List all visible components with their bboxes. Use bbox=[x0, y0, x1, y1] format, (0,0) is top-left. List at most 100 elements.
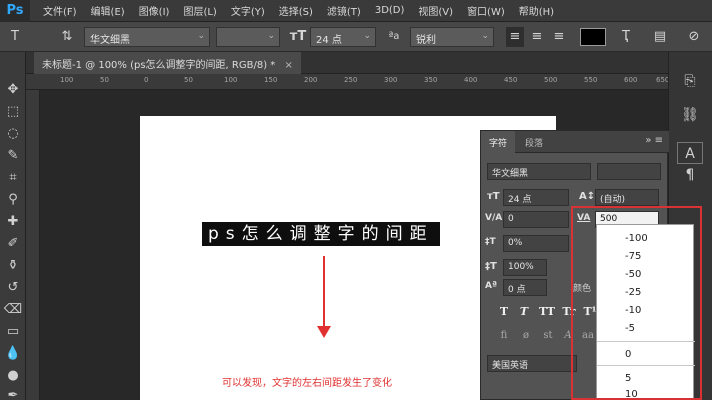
alternate-ligatures-button[interactable]: ø bbox=[517, 327, 535, 345]
crop-tool-icon[interactable]: ⌗ bbox=[3, 168, 23, 188]
ruler-tick-label: 400 bbox=[464, 76, 478, 84]
character-panel-icon[interactable]: A bbox=[677, 142, 703, 164]
ligatures-button[interactable]: fi bbox=[495, 327, 513, 345]
ruler-tick-label: 300 bbox=[384, 76, 398, 84]
eyedropper-tool-icon[interactable]: ⚲ bbox=[3, 190, 23, 210]
faux-bold-button[interactable]: T bbox=[495, 303, 513, 321]
menu-window[interactable]: 窗口(W) bbox=[460, 3, 512, 18]
pen-tool-icon[interactable]: ✒ bbox=[3, 386, 23, 400]
antialias-select[interactable]: 锐利 ⌄ bbox=[410, 27, 494, 47]
cp-horizontal-scale-input[interactable]: 100% bbox=[503, 259, 547, 276]
tracking-option[interactable]: -5 bbox=[625, 323, 635, 334]
font-size-select[interactable]: 24 点 ⌄ bbox=[310, 27, 376, 47]
photoshop-logo: Ps bbox=[0, 0, 30, 22]
font-size-icon: ᴛT bbox=[487, 191, 500, 202]
align-right-icon[interactable]: ≡ bbox=[550, 27, 568, 47]
cp-vertical-scale-select[interactable]: 0% bbox=[503, 235, 569, 252]
menu-filter[interactable]: 滤镜(T) bbox=[320, 3, 368, 18]
leading-icon: A↕ bbox=[579, 191, 596, 202]
small-caps-button[interactable]: Tr bbox=[559, 303, 579, 321]
tracking-option[interactable]: -100 bbox=[625, 233, 648, 244]
tracking-option[interactable]: -25 bbox=[625, 287, 641, 298]
menu-3d[interactable]: 3D(D) bbox=[368, 5, 412, 16]
font-family-select[interactable]: 华文细黑 ⌄ bbox=[84, 27, 210, 47]
menu-type[interactable]: 文字(Y) bbox=[224, 3, 272, 18]
cp-kerning-value: 0 bbox=[508, 214, 514, 224]
menu-select[interactable]: 选择(S) bbox=[272, 3, 320, 18]
marquee-tool-icon[interactable]: ⬚ bbox=[3, 102, 23, 122]
panel-menu-icon[interactable]: » ≡ bbox=[645, 135, 663, 146]
tracking-option[interactable]: 10 bbox=[625, 389, 638, 400]
cp-font-style-select[interactable] bbox=[597, 163, 661, 180]
font-style-select[interactable]: ⌄ bbox=[216, 27, 280, 47]
swash-button[interactable]: A bbox=[559, 327, 577, 345]
type-tool-preset-icon[interactable]: T bbox=[6, 27, 24, 47]
warp-text-icon[interactable]: Ҭ bbox=[616, 27, 636, 47]
cp-kerning-select[interactable]: 0 bbox=[503, 211, 569, 228]
chevron-down-icon: ⌄ bbox=[197, 31, 205, 41]
all-caps-button[interactable]: TT bbox=[537, 303, 557, 321]
blur-tool-icon[interactable]: 💧 bbox=[3, 344, 23, 364]
stylistic-button[interactable]: st bbox=[539, 327, 557, 345]
kerning-icon: V/A bbox=[485, 213, 503, 223]
paragraph-panel-icon[interactable]: ¶ bbox=[677, 164, 703, 186]
titling-alternates-button[interactable]: aa bbox=[579, 327, 597, 345]
brush-tool-icon[interactable]: ✐ bbox=[3, 234, 23, 254]
tab-paragraph[interactable]: 段落 bbox=[517, 131, 551, 153]
gradient-tool-icon[interactable]: ▭ bbox=[3, 322, 23, 342]
quick-select-tool-icon[interactable]: ✎ bbox=[3, 146, 23, 166]
history-panel-icon[interactable]: ⎘ bbox=[677, 70, 703, 92]
tracking-option[interactable]: -75 bbox=[625, 251, 641, 262]
ruler-tick-label: 450 bbox=[504, 76, 518, 84]
cp-font-size-select[interactable]: 24 点 bbox=[503, 189, 569, 206]
chevron-down-icon: ⌄ bbox=[363, 31, 371, 41]
cancel-icon[interactable]: ⊘ bbox=[684, 27, 704, 47]
tab-character[interactable]: 字符 bbox=[481, 131, 516, 153]
ruler-tick-label: 100 bbox=[60, 76, 74, 84]
dodge-tool-icon[interactable]: ● bbox=[3, 366, 23, 386]
tracking-option[interactable]: -50 bbox=[625, 269, 641, 280]
document-tab-label: 未标题-1 @ 100% (ps怎么调整字的间距, RGB/8) * bbox=[42, 60, 276, 71]
cp-language-select[interactable]: 美国英语 bbox=[487, 355, 577, 372]
tracking-dropdown: -100 -75 -50 -25 -10 -5 0 5 10 bbox=[596, 224, 695, 400]
font-size-value: 24 点 bbox=[316, 35, 342, 46]
menu-view[interactable]: 视图(V) bbox=[411, 3, 460, 18]
cp-language-value: 美国英语 bbox=[492, 361, 529, 371]
text-color-swatch[interactable] bbox=[580, 28, 606, 46]
cp-leading-value: (自动) bbox=[600, 195, 626, 205]
properties-panel-icon[interactable]: ⛓ bbox=[677, 104, 703, 126]
character-panel-toggle-icon[interactable]: ▤ bbox=[650, 27, 670, 47]
menu-layer[interactable]: 图层(L) bbox=[176, 3, 223, 18]
cp-leading-select[interactable]: (自动) bbox=[595, 189, 659, 206]
dropdown-divider bbox=[597, 341, 695, 342]
document-tab[interactable]: 未标题-1 @ 100% (ps怎么调整字的间距, RGB/8) * × bbox=[34, 52, 301, 74]
ruler-tick-label: 250 bbox=[344, 76, 358, 84]
tracking-option[interactable]: 5 bbox=[625, 373, 631, 384]
selected-text-layer[interactable]: ps怎么调整字的间距 bbox=[202, 222, 440, 246]
font-family-value: 华文细黑 bbox=[90, 35, 130, 46]
cp-baseline-shift-input[interactable]: 0 点 bbox=[503, 279, 547, 296]
history-brush-tool-icon[interactable]: ↺ bbox=[3, 278, 23, 298]
faux-italic-button[interactable]: T bbox=[515, 303, 533, 321]
toggle-orientation-icon[interactable]: ⇅ bbox=[56, 27, 78, 47]
ruler-tick-label: 50 bbox=[100, 76, 109, 84]
stamp-tool-icon[interactable]: ⚱ bbox=[3, 256, 23, 276]
close-icon[interactable]: × bbox=[284, 60, 292, 71]
move-tool-icon[interactable]: ✥ bbox=[3, 80, 23, 100]
cp-baseline-shift-value: 0 点 bbox=[508, 285, 526, 295]
ruler-tick-label: 550 bbox=[584, 76, 598, 84]
font-size-icon: ᴛT bbox=[289, 29, 307, 44]
cp-font-family-select[interactable]: 华文细黑 bbox=[487, 163, 591, 180]
menu-edit[interactable]: 编辑(E) bbox=[84, 3, 132, 18]
tracking-option[interactable]: 0 bbox=[625, 349, 631, 360]
tracking-option[interactable]: -10 bbox=[625, 305, 641, 316]
annotation-note: 可以发现，文字的左右间距发生了变化 bbox=[222, 378, 392, 389]
menu-image[interactable]: 图像(I) bbox=[132, 3, 177, 18]
menu-help[interactable]: 帮助(H) bbox=[512, 3, 561, 18]
eraser-tool-icon[interactable]: ⌫ bbox=[3, 300, 23, 320]
align-left-icon[interactable]: ≡ bbox=[506, 27, 524, 47]
healing-brush-tool-icon[interactable]: ✚ bbox=[3, 212, 23, 232]
lasso-tool-icon[interactable]: ◌ bbox=[3, 124, 23, 144]
menu-file[interactable]: 文件(F) bbox=[36, 3, 84, 18]
align-center-icon[interactable]: ≡ bbox=[528, 27, 546, 47]
